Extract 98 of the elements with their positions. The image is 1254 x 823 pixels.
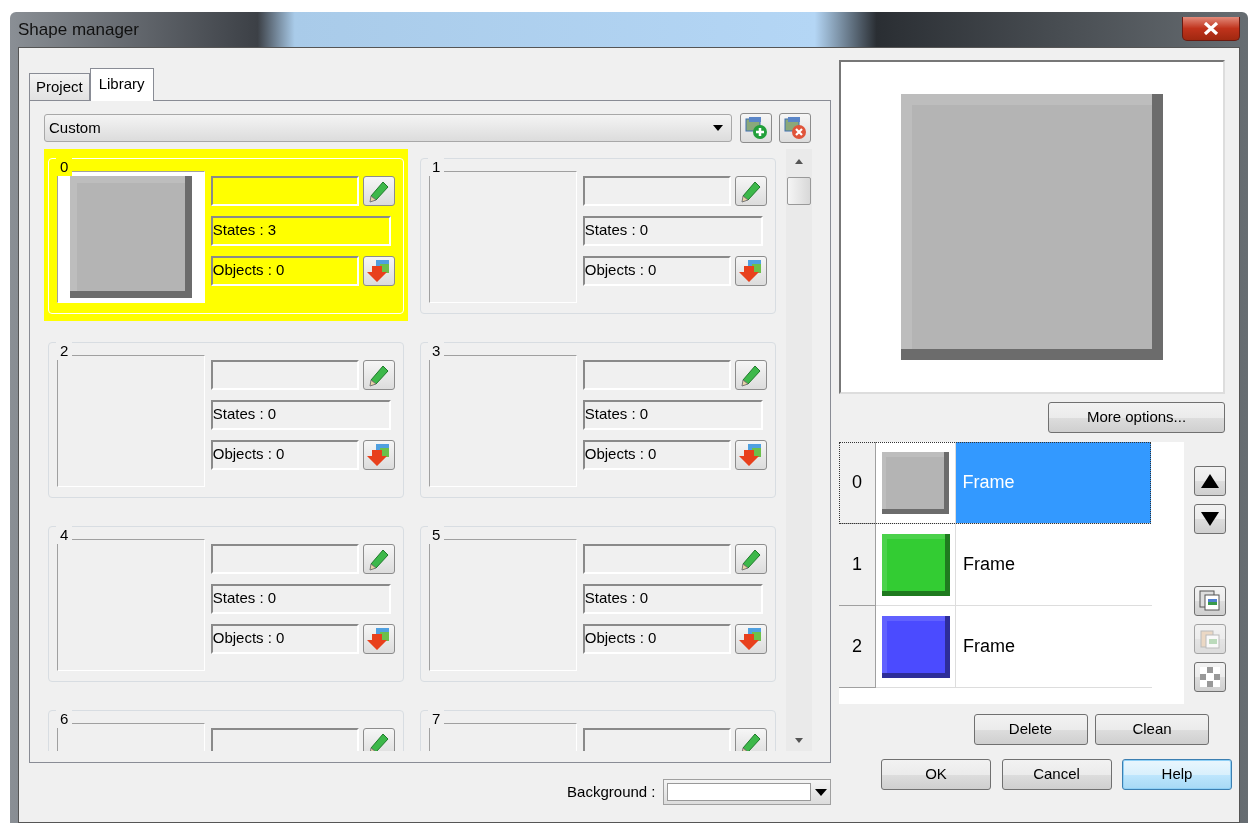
name-field[interactable]	[582, 544, 731, 574]
pencil-icon	[366, 547, 391, 571]
state-index: 0	[839, 442, 876, 524]
objects-count: Objects : 0	[582, 440, 731, 470]
close-button[interactable]	[1182, 16, 1240, 41]
states-count: States : 0	[210, 400, 391, 430]
remove-library-button[interactable]	[779, 113, 811, 143]
scrollbar[interactable]	[786, 149, 812, 751]
shape-index: 0	[56, 158, 73, 176]
background-label: Background :	[567, 781, 656, 802]
import-icon	[365, 442, 392, 468]
state-row[interactable]: 2 Frame	[839, 606, 1184, 688]
transparency-button[interactable]	[1194, 662, 1226, 692]
edit-button[interactable]	[734, 728, 767, 751]
edit-button[interactable]	[362, 728, 395, 751]
scroll-down-icon[interactable]	[795, 738, 803, 743]
pencil-icon	[738, 363, 763, 387]
state-action-button[interactable]: Delete	[973, 714, 1088, 745]
states-count: States : 0	[582, 400, 763, 430]
import-button[interactable]	[734, 256, 767, 286]
objects-count: Objects : 0	[210, 624, 359, 654]
state-row[interactable]: 0 Frame	[839, 442, 1151, 524]
state-index: 1	[839, 524, 876, 606]
move-down-button[interactable]	[1194, 504, 1226, 534]
copy-icon	[1199, 590, 1221, 612]
pencil-icon	[738, 547, 763, 571]
move-up-button[interactable]	[1194, 466, 1226, 496]
pencil-icon	[366, 179, 391, 203]
pencil-icon	[738, 179, 763, 203]
scroll-up-icon[interactable]	[795, 159, 803, 164]
name-field[interactable]	[582, 728, 731, 751]
state-name: Frame	[956, 606, 1152, 688]
import-button[interactable]	[362, 256, 395, 286]
caret-icon	[713, 125, 723, 131]
caret-icon	[815, 788, 827, 796]
objects-count: Objects : 0	[210, 440, 359, 470]
import-icon	[737, 258, 764, 284]
name-field[interactable]	[210, 544, 359, 574]
background-color-picker[interactable]	[663, 779, 831, 805]
states-count: States : 0	[582, 216, 763, 246]
edit-button[interactable]	[734, 360, 767, 390]
tab[interactable]: Project	[29, 72, 90, 100]
name-field[interactable]	[210, 728, 359, 751]
pencil-icon	[366, 363, 391, 387]
shape-index: 1	[428, 158, 445, 176]
import-button[interactable]	[734, 440, 767, 470]
edit-button[interactable]	[734, 176, 767, 206]
name-field[interactable]	[210, 176, 359, 206]
states-count: States : 0	[210, 584, 391, 614]
tab[interactable]: Library	[89, 67, 154, 101]
copy-button[interactable]	[1194, 586, 1226, 616]
objects-count: Objects : 0	[582, 624, 731, 654]
window-title: Shape manager	[18, 18, 139, 41]
objects-count: Objects : 0	[210, 256, 359, 286]
import-button[interactable]	[362, 624, 395, 654]
scroll-thumb[interactable]	[787, 177, 811, 205]
states-count: States : 3	[210, 216, 391, 246]
import-icon	[737, 442, 764, 468]
shape-card[interactable]: 6	[48, 710, 404, 751]
import-icon	[365, 258, 392, 284]
dialog-button[interactable]: Cancel	[1001, 759, 1112, 790]
up-arrow-icon	[1201, 474, 1219, 488]
import-button[interactable]	[362, 440, 395, 470]
edit-button[interactable]	[362, 544, 395, 574]
paste-icon	[1199, 628, 1221, 650]
shape-index: 2	[56, 342, 73, 360]
shape-index: 6	[56, 710, 73, 728]
edit-button[interactable]	[734, 544, 767, 574]
library-add-icon	[743, 116, 768, 140]
objects-count: Objects : 0	[582, 256, 731, 286]
dialog-button[interactable]: Help	[1122, 759, 1232, 790]
checker-icon	[1200, 667, 1220, 687]
state-name: Frame	[956, 524, 1152, 606]
import-button[interactable]	[734, 624, 767, 654]
edit-button[interactable]	[362, 360, 395, 390]
shape-index: 5	[428, 526, 445, 544]
library-remove-icon	[783, 116, 807, 140]
edit-button[interactable]	[362, 176, 395, 206]
state-index: 2	[839, 606, 876, 688]
shape-index: 4	[56, 526, 73, 544]
name-field[interactable]	[582, 176, 731, 206]
shape-index: 3	[428, 342, 445, 360]
states-count: States : 0	[582, 584, 763, 614]
down-arrow-icon	[1201, 512, 1219, 526]
dialog-button[interactable]: OK	[881, 759, 991, 790]
close-icon	[1203, 21, 1219, 35]
state-row[interactable]: 1 Frame	[839, 524, 1184, 606]
state-action-button[interactable]: Clean	[1095, 714, 1209, 745]
state-name: Frame	[955, 442, 1151, 524]
import-icon	[365, 626, 392, 652]
library-dropdown[interactable]: Custom	[44, 114, 732, 142]
name-field[interactable]	[210, 360, 359, 390]
more-options-button[interactable]: More options...	[1048, 402, 1225, 433]
add-library-button[interactable]	[739, 113, 772, 143]
name-field[interactable]	[582, 360, 731, 390]
import-icon	[737, 626, 764, 652]
paste-button[interactable]	[1194, 624, 1226, 654]
shape-index: 7	[428, 710, 445, 728]
